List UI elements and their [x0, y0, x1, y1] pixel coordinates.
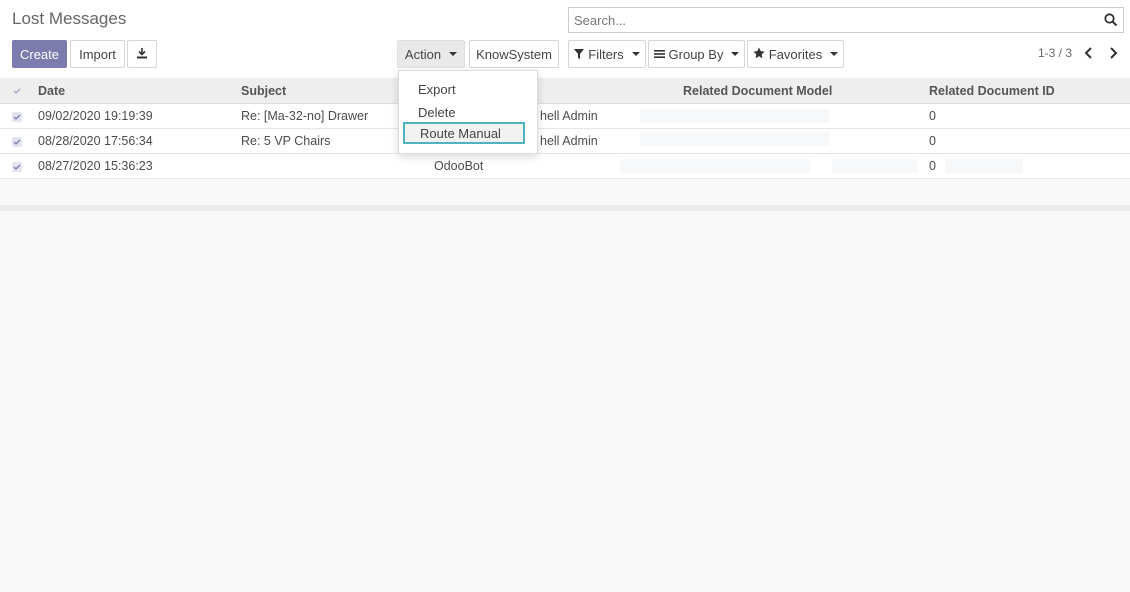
- row-subject: Re: 5 VP Chairs: [241, 134, 331, 148]
- checkbox-icon: [13, 88, 21, 94]
- chevron-down-icon: [731, 52, 740, 56]
- search-bar[interactable]: [568, 7, 1124, 33]
- table-footer-divider: [0, 205, 1130, 211]
- row-date: 09/02/2020 19:19:39: [38, 109, 153, 123]
- table-header: Date Subject Related Document Model Rela…: [0, 78, 1130, 104]
- action-label: Action: [404, 46, 442, 62]
- column-header-subject[interactable]: Subject: [241, 78, 286, 103]
- action-dropdown-menu: Export Delete Route Manual: [398, 70, 538, 154]
- menu-item-export[interactable]: Export: [403, 78, 523, 100]
- star-icon: [753, 47, 765, 62]
- row-checkbox[interactable]: [12, 137, 22, 147]
- row-author: hell Admin: [540, 109, 598, 123]
- favorites-button[interactable]: Favorites: [747, 40, 844, 68]
- action-button[interactable]: Action: [397, 40, 465, 68]
- row-date: 08/27/2020 15:36:23: [38, 159, 153, 173]
- redacted-area: [620, 159, 810, 173]
- checkbox-icon: [13, 114, 21, 120]
- row-author: hell Admin: [540, 134, 598, 148]
- list-table: Date Subject Related Document Model Rela…: [0, 78, 1130, 179]
- column-header-related-model[interactable]: Related Document Model: [683, 78, 832, 103]
- redacted-area: [945, 159, 1023, 173]
- group-by-label: Group By: [668, 46, 724, 62]
- chevron-down-icon: [449, 52, 458, 56]
- row-related-id: 0: [929, 109, 936, 123]
- chevron-down-icon: [830, 52, 839, 56]
- chevron-left-icon[interactable]: [1082, 46, 1096, 60]
- control-panel: Lost Messages Create Import Action KnowS…: [0, 0, 1130, 78]
- group-by-button[interactable]: Group By: [648, 40, 745, 68]
- row-checkbox[interactable]: [12, 162, 22, 172]
- pager-value[interactable]: 1-3 / 3: [1038, 46, 1072, 60]
- row-related-id: 0: [929, 159, 936, 173]
- checkbox-icon: [13, 164, 21, 170]
- group-by-icon: [653, 47, 665, 62]
- chevron-right-icon[interactable]: [1106, 46, 1120, 60]
- checkbox-icon: [13, 139, 21, 145]
- download-button[interactable]: [127, 40, 157, 68]
- row-checkbox[interactable]: [12, 112, 22, 122]
- row-related-id: 0: [929, 134, 936, 148]
- download-icon: [136, 47, 148, 62]
- menu-item-route-manual[interactable]: Route Manual: [403, 122, 525, 144]
- page-title: Lost Messages: [12, 9, 127, 28]
- import-button[interactable]: Import: [70, 40, 125, 68]
- pager: 1-3 / 3: [1038, 46, 1120, 60]
- select-all-checkbox[interactable]: [12, 86, 22, 96]
- search-icon[interactable]: [1104, 13, 1118, 27]
- chevron-down-icon: [631, 52, 640, 56]
- table-row[interactable]: 09/02/2020 19:19:39 Re: [Ma-32-no] Drawe…: [0, 104, 1130, 129]
- table-row[interactable]: 08/28/2020 17:56:34 Re: 5 VP Chairs hell…: [0, 129, 1130, 154]
- favorites-label: Favorites: [768, 46, 823, 62]
- column-header-related-id[interactable]: Related Document ID: [929, 78, 1055, 103]
- redacted-area: [832, 159, 918, 173]
- create-button[interactable]: Create: [12, 40, 67, 68]
- filter-icon: [574, 47, 585, 62]
- filters-label: Filters: [588, 46, 624, 62]
- row-date: 08/28/2020 17:56:34: [38, 134, 153, 148]
- filters-button[interactable]: Filters: [568, 40, 646, 68]
- redacted-area: [640, 132, 830, 146]
- row-author: OdooBot: [434, 159, 484, 173]
- search-input[interactable]: [569, 8, 1089, 32]
- column-header-date[interactable]: Date: [38, 78, 65, 103]
- row-subject: Re: [Ma-32-no] Drawer: [241, 109, 369, 123]
- menu-item-delete[interactable]: Delete: [403, 101, 523, 123]
- knowsystem-button[interactable]: KnowSystem: [469, 40, 559, 68]
- redacted-area: [640, 109, 830, 123]
- table-row[interactable]: 08/27/2020 15:36:23 OdooBot 0: [0, 154, 1130, 179]
